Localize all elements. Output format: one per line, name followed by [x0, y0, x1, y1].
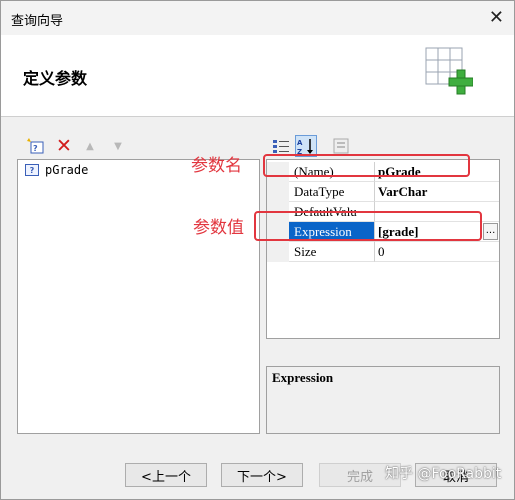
highlight-expression-row — [254, 211, 482, 241]
annotation-param-value: 参数值 — [193, 218, 244, 238]
property-value[interactable]: 0 — [375, 242, 499, 262]
list-item-pgrade[interactable]: ? pGrade — [25, 163, 88, 177]
property-pages-icon — [333, 138, 349, 154]
svg-text:?: ? — [33, 144, 38, 153]
question-parameter-icon: ? — [25, 164, 39, 176]
row-gutter — [267, 182, 289, 202]
delete-button[interactable]: ✕ — [55, 135, 73, 157]
move-up-button[interactable]: ▲ — [81, 137, 99, 155]
expression-builder-button[interactable]: ... — [483, 223, 498, 240]
window-title: 查询向导 — [11, 14, 64, 29]
query-wizard-window: 查询向导 ✕ 定义参数 ? ✕ ▲ ▼ ? pGrade A Z (Name) … — [0, 0, 515, 500]
property-pages-button[interactable] — [332, 137, 350, 155]
list-item-label: pGrade — [45, 163, 89, 177]
property-row-datatype[interactable]: DataType VarChar — [267, 182, 499, 202]
delete-icon: ✕ — [56, 135, 72, 157]
description-title: Expression — [272, 370, 334, 385]
property-row-size[interactable]: Size 0 — [267, 242, 499, 262]
move-down-button[interactable]: ▼ — [109, 137, 127, 155]
property-name: DataType — [289, 182, 375, 202]
add-parameter-button[interactable]: ? — [27, 137, 45, 155]
property-grid: (Name) pGrade DataType VarChar DefaultVa… — [266, 159, 500, 339]
row-gutter — [267, 242, 289, 262]
categorized-icon — [273, 140, 289, 153]
next-button[interactable]: 下一个> — [221, 463, 303, 487]
arrow-down-icon: ▼ — [114, 140, 122, 152]
annotation-param-name: 参数名 — [191, 156, 242, 176]
table-add-icon — [425, 47, 473, 95]
wizard-header: 定义参数 — [1, 35, 514, 117]
parameter-list — [17, 159, 260, 434]
arrow-up-icon: ▲ — [86, 140, 94, 152]
add-parameter-icon: ? — [27, 138, 44, 154]
property-description: Expression — [266, 366, 500, 434]
sort-az-icon: A Z — [297, 139, 313, 155]
svg-text:A: A — [297, 139, 303, 147]
categorized-button[interactable] — [272, 137, 290, 155]
highlight-name-row — [263, 154, 470, 177]
title-bar: 查询向导 ✕ — [1, 1, 514, 35]
watermark: 知乎 @FooRabbit — [385, 466, 502, 482]
property-name: Size — [289, 242, 375, 262]
property-value[interactable]: VarChar — [375, 182, 499, 202]
previous-button[interactable]: <上一个 — [125, 463, 207, 487]
close-icon[interactable]: ✕ — [489, 7, 504, 28]
page-title: 定义参数 — [23, 69, 88, 88]
